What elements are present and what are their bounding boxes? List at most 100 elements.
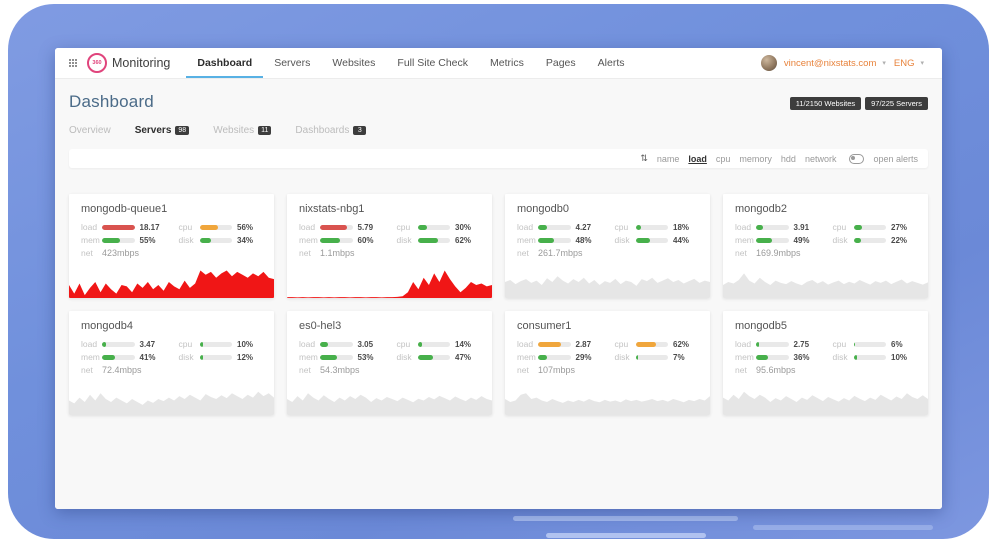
metric-value: 55% <box>140 236 165 245</box>
server-name[interactable]: es0-hel3 <box>287 311 492 340</box>
metric-net: net 95.6mbps <box>735 366 819 374</box>
metric-value: 3.47 <box>140 340 165 349</box>
net-value: 72.4mbps <box>102 365 142 375</box>
metric-value: 53% <box>358 353 383 362</box>
sort-option-name[interactable]: name <box>657 154 680 164</box>
metric-value: 3.91 <box>794 223 819 232</box>
net-value: 423mbps <box>102 248 139 258</box>
metric-value: 18% <box>673 223 698 232</box>
nav-item-servers[interactable]: Servers <box>263 48 321 78</box>
metric-bar-track <box>418 225 451 230</box>
nav-item-full-site-check[interactable]: Full Site Check <box>386 48 479 78</box>
metric-load: load 3.91 <box>735 223 819 231</box>
tab-dashboards[interactable]: Dashboards 3 <box>295 125 366 136</box>
metric-label: cpu <box>179 222 200 232</box>
metric-label: mem <box>81 235 102 245</box>
server-name[interactable]: mongodb4 <box>69 311 274 340</box>
metric-bar-fill <box>636 238 650 243</box>
metric-bar-track <box>102 355 135 360</box>
metric-bar-track <box>636 225 669 230</box>
server-card-mongodb5[interactable]: mongodb5 load 2.75 mem 36% net 95.6mbps <box>723 311 928 415</box>
server-card-mongodb-queue1[interactable]: mongodb-queue1 load 18.17 mem 55% net 42… <box>69 194 274 298</box>
sort-option-load[interactable]: load <box>688 154 707 164</box>
nav-item-websites[interactable]: Websites <box>321 48 386 78</box>
server-card-es0-hel3[interactable]: es0-hel3 load 3.05 mem 53% net 54.3mbps <box>287 311 492 415</box>
metric-label: load <box>81 339 102 349</box>
server-card-mongodb2[interactable]: mongodb2 load 3.91 mem 49% net 169.9mbps <box>723 194 928 298</box>
metric-mem: mem 55% <box>81 236 165 244</box>
metric-label: load <box>735 339 756 349</box>
header-row: Dashboard 11/2150 Websites97/225 Servers <box>69 79 928 112</box>
server-name[interactable]: nixstats-nbg1 <box>287 194 492 223</box>
server-card-consumer1[interactable]: consumer1 load 2.87 mem 29% net 107mbps <box>505 311 710 415</box>
nav-item-alerts[interactable]: Alerts <box>587 48 636 78</box>
sparkline-chart <box>723 385 928 415</box>
metric-label: mem <box>517 352 538 362</box>
sort-option-network[interactable]: network <box>805 154 837 164</box>
metric-load: load 4.27 <box>517 223 601 231</box>
metric-disk: disk 62% <box>397 236 481 244</box>
metric-disk: disk 44% <box>615 236 699 244</box>
net-value: 169.9mbps <box>756 248 801 258</box>
nav-item-pages[interactable]: Pages <box>535 48 587 78</box>
logo[interactable]: 360 Monitoring <box>83 48 182 78</box>
tab-websites[interactable]: Websites 11 <box>213 125 271 136</box>
metric-bar-fill <box>320 355 337 360</box>
server-name[interactable]: mongodb0 <box>505 194 710 223</box>
header-badges: 11/2150 Websites97/225 Servers <box>790 97 928 110</box>
app-grid-icon[interactable] <box>63 48 83 78</box>
metric-bar-fill <box>102 355 115 360</box>
metric-label: load <box>299 339 320 349</box>
server-name[interactable]: mongodb2 <box>723 194 928 223</box>
sort-option-cpu[interactable]: cpu <box>716 154 731 164</box>
server-card-mongodb4[interactable]: mongodb4 load 3.47 mem 41% net 72.4mbps <box>69 311 274 415</box>
sparkline-chart <box>505 268 710 298</box>
metric-bar-track <box>320 355 353 360</box>
tab-overview[interactable]: Overview <box>69 125 111 136</box>
metric-bar-fill <box>102 342 106 347</box>
server-name[interactable]: mongodb-queue1 <box>69 194 274 223</box>
nav-item-dashboard[interactable]: Dashboard <box>186 48 263 78</box>
metric-bar-fill <box>854 355 857 360</box>
metric-load: load 2.75 <box>735 340 819 348</box>
avatar[interactable] <box>761 55 777 71</box>
nav-item-metrics[interactable]: Metrics <box>479 48 535 78</box>
metric-bar-fill <box>102 225 135 230</box>
server-name[interactable]: mongodb5 <box>723 311 928 340</box>
metric-bar-fill <box>854 238 861 243</box>
metric-bar-fill <box>200 342 203 347</box>
sort-icon: ⇅ <box>640 154 648 163</box>
open-alerts-toggle-icon[interactable] <box>849 154 864 164</box>
metric-bar-track <box>538 238 571 243</box>
metric-bar-fill <box>200 225 218 230</box>
open-alerts-filter[interactable]: open alerts <box>873 154 918 164</box>
metric-label: net <box>517 248 538 258</box>
metric-bar-track <box>320 225 353 230</box>
tabs: Overview Servers 98 Websites 11 Dashboar… <box>69 125 928 136</box>
metric-bar-fill <box>636 342 656 347</box>
metric-load: load 3.05 <box>299 340 383 348</box>
metric-mem: mem 48% <box>517 236 601 244</box>
tab-servers[interactable]: Servers 98 <box>135 125 190 136</box>
metric-mem: mem 29% <box>517 353 601 361</box>
metric-bar-track <box>854 225 887 230</box>
server-name[interactable]: consumer1 <box>505 311 710 340</box>
cards-grid: mongodb-queue1 load 18.17 mem 55% net 42… <box>69 194 928 415</box>
logo-360-icon: 360 <box>87 53 107 73</box>
metric-mem: mem 41% <box>81 353 165 361</box>
dashboard-content: Dashboard 11/2150 Websites97/225 Servers… <box>55 79 942 509</box>
metric-bar-fill <box>320 342 328 347</box>
metric-value: 2.75 <box>794 340 819 349</box>
server-card-nixstats-nbg1[interactable]: nixstats-nbg1 load 5.79 mem 60% net 1.1m… <box>287 194 492 298</box>
sparkline-chart <box>69 268 274 298</box>
metric-bar-track <box>756 342 789 347</box>
server-card-mongodb0[interactable]: mongodb0 load 4.27 mem 48% net 261.7mbps <box>505 194 710 298</box>
metric-label: cpu <box>833 222 854 232</box>
tab-label: Overview <box>69 125 111 136</box>
language-selector[interactable]: ENG <box>894 58 915 69</box>
metric-label: mem <box>517 235 538 245</box>
user-menu[interactable]: vincent@nixstats.com <box>784 58 877 69</box>
sparkline-chart <box>505 385 710 415</box>
sort-option-hdd[interactable]: hdd <box>781 154 796 164</box>
sort-option-memory[interactable]: memory <box>739 154 772 164</box>
